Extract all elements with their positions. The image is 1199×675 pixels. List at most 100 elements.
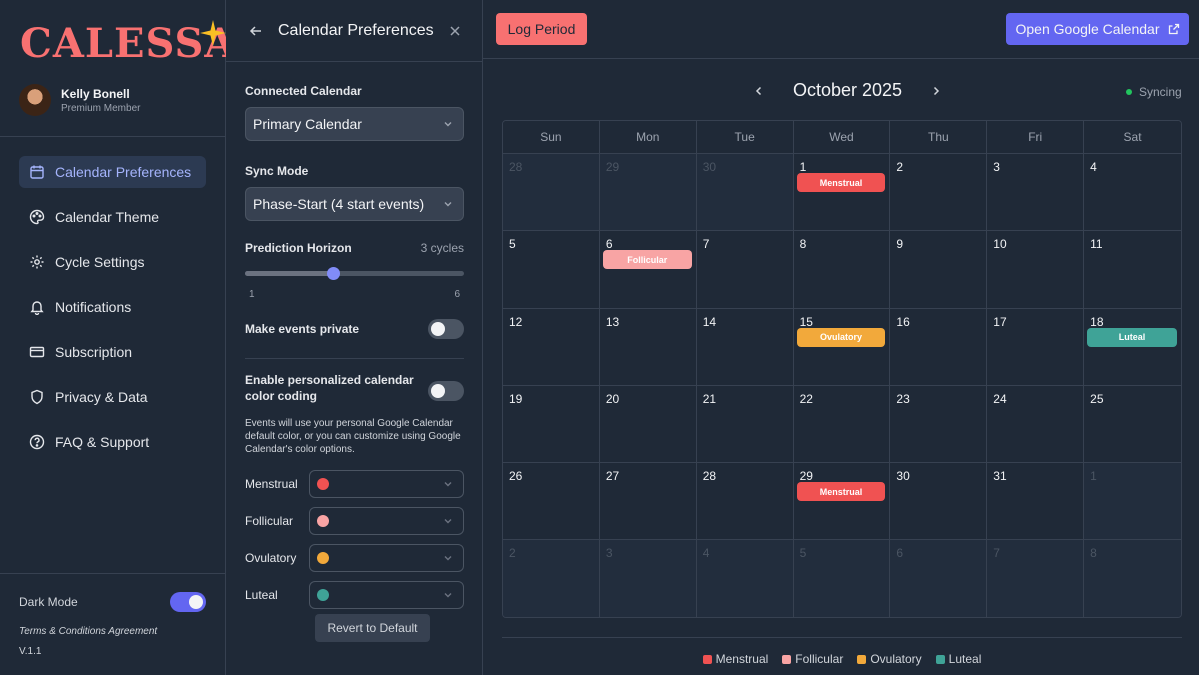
phase-event-chip[interactable]: Luteal [1087, 327, 1177, 347]
panel-title: Calendar Preferences [278, 21, 434, 39]
slider-thumb[interactable] [326, 267, 340, 280]
day-cell[interactable]: 23 [890, 385, 988, 464]
chevron-left-icon[interactable] [753, 85, 765, 97]
sidebar-item-calendar-theme[interactable]: Calendar Theme [19, 201, 206, 233]
day-number: 15 [799, 314, 813, 329]
day-number: 1 [1090, 469, 1097, 484]
day-cell[interactable]: 16 [890, 308, 988, 386]
weekday-label: Sun [503, 121, 600, 153]
day-cell[interactable]: 5 [503, 231, 600, 309]
day-cell[interactable]: 5 [793, 540, 891, 617]
open-google-calendar-button[interactable]: Open Google Calendar [1006, 13, 1189, 45]
phase-event-chip[interactable]: Ovulatory [796, 327, 886, 347]
weekday-label: Sat [1123, 130, 1142, 144]
day-cell[interactable]: 17 [987, 308, 1085, 386]
day-cell[interactable]: 14 [696, 308, 794, 386]
color-swatch [317, 515, 329, 527]
day-cell[interactable]: 20 [599, 385, 697, 464]
color-coding-row: Enable personalized calendar color codin… [245, 372, 464, 404]
day-cell[interactable]: 19 [503, 385, 600, 464]
prediction-horizon-label: Prediction Horizon [245, 241, 352, 255]
day-cell[interactable]: 28 [503, 154, 600, 232]
day-cell[interactable]: 13 [599, 308, 697, 386]
phase-event-chip[interactable]: Menstrual [796, 482, 886, 502]
day-cell[interactable]: 25 [1084, 385, 1181, 464]
day-number: 30 [702, 160, 717, 174]
day-cell[interactable]: 11 [1084, 231, 1181, 309]
day-cell[interactable]: 12 [503, 308, 600, 386]
day-cell[interactable]: 18 Luteal [1084, 308, 1181, 386]
day-cell[interactable]: 8 [1084, 540, 1181, 617]
sidebar-item-calendar-preferences[interactable]: Calendar Preferences [19, 156, 206, 188]
day-cell[interactable]: 9 [890, 231, 988, 309]
day-number: 24 [993, 391, 1007, 406]
day-cell[interactable]: 6 [890, 540, 988, 617]
revert-to-default-button[interactable]: Revert to Default [315, 614, 430, 642]
sidebar-item-cycle-settings[interactable]: Cycle Settings [19, 246, 206, 278]
day-cell[interactable]: 30 [890, 463, 988, 541]
log-period-button[interactable]: Log Period [496, 13, 587, 45]
day-cell[interactable]: 29 [599, 154, 697, 232]
day-cell[interactable]: 21 [696, 385, 794, 464]
terms-link[interactable]: Terms & Conditions Agreement [19, 626, 157, 637]
day-cell[interactable]: 4 [696, 540, 794, 617]
sidebar-item-label: Privacy & Data [55, 389, 148, 405]
back-arrow-icon[interactable] [248, 23, 264, 39]
ovulatory-color-select[interactable] [309, 544, 464, 572]
day-cell[interactable]: 2 [890, 154, 988, 232]
divider [245, 358, 464, 359]
private-events-toggle[interactable] [428, 319, 464, 339]
user-profile[interactable]: Kelly Bonell Premium Member [19, 84, 140, 116]
menstrual-color-select[interactable] [309, 470, 464, 498]
day-cell[interactable]: 1 Menstrual [793, 154, 891, 232]
prediction-horizon-slider[interactable] [245, 267, 464, 280]
color-coding-toggle[interactable] [428, 381, 464, 401]
color-coding-label: Enable personalized calendar color codin… [245, 373, 414, 403]
day-cell[interactable]: 2 [503, 540, 600, 617]
day-cell[interactable]: 3 [987, 154, 1085, 232]
day-cell[interactable]: 6 Follicular [599, 231, 697, 309]
day-cell[interactable]: 1 [1084, 463, 1181, 541]
day-cell[interactable]: 26 [503, 463, 600, 541]
divider [0, 136, 225, 137]
phase-event-chip[interactable]: Follicular [602, 250, 692, 270]
day-cell[interactable]: 31 [987, 463, 1085, 541]
phase-label: Luteal [245, 588, 278, 602]
dark-mode-toggle[interactable] [170, 592, 206, 612]
luteal-color-select[interactable] [309, 581, 464, 609]
day-cell[interactable]: 10 [987, 231, 1085, 309]
connected-calendar-select[interactable]: Primary Calendar [245, 107, 464, 141]
day-cell[interactable]: 28 [696, 463, 794, 541]
sidebar-item-notifications[interactable]: Notifications [19, 291, 206, 323]
day-cell[interactable]: 3 [599, 540, 697, 617]
sidebar-item-faq[interactable]: FAQ & Support [19, 426, 206, 458]
divider [0, 573, 225, 574]
close-icon[interactable] [448, 24, 462, 38]
chevron-right-icon[interactable] [930, 85, 942, 97]
top-bar: Log Period Open Google Calendar [483, 0, 1199, 59]
day-number: 22 [799, 391, 813, 406]
weekday-header: Sun Mon Tue Wed Thu Fri Sat [503, 121, 1181, 154]
phase-event-chip[interactable]: Menstrual [796, 173, 886, 192]
weekday-label: Tue [697, 121, 794, 153]
day-cell[interactable]: 22 [793, 385, 891, 464]
follicular-color-select[interactable] [309, 507, 464, 535]
sidebar-item-subscription[interactable]: Subscription [19, 336, 206, 368]
sidebar-item-label: Calendar Preferences [55, 164, 192, 180]
day-cell[interactable]: 30 [696, 154, 794, 232]
sidebar-item-privacy[interactable]: Privacy & Data [19, 381, 206, 413]
day-cell[interactable]: 24 [987, 385, 1085, 464]
sidebar-nav: Calendar Preferences Calendar Theme Cycl… [19, 156, 206, 471]
sync-mode-select[interactable]: Phase-Start (4 start events) [245, 187, 464, 221]
day-number: 29 [799, 469, 813, 484]
day-cell[interactable]: 7 [696, 231, 794, 309]
day-cell[interactable]: 8 [793, 231, 891, 309]
day-cell[interactable]: 29 Menstrual [793, 463, 891, 541]
legend-swatch [702, 654, 712, 664]
day-cell[interactable]: 7 [987, 540, 1085, 617]
day-cell[interactable]: 15 Ovulatory [793, 308, 891, 386]
sidebar-item-label: FAQ & Support [55, 434, 150, 450]
day-cell[interactable]: 4 [1084, 154, 1181, 232]
day-cell[interactable]: 27 [599, 463, 697, 541]
legend-label: Menstrual [715, 652, 769, 666]
